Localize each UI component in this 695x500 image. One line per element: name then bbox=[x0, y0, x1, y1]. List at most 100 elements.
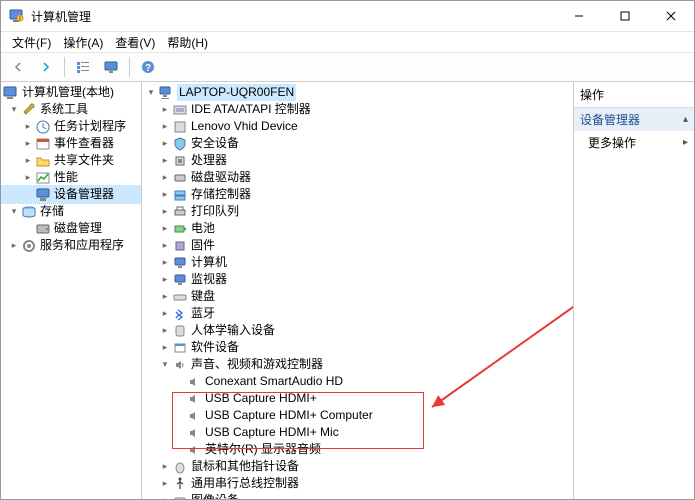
nav-disk-management[interactable]: 磁盘管理 bbox=[1, 220, 141, 237]
nav-services-apps[interactable]: ▸服务和应用程序 bbox=[1, 237, 141, 254]
expand-icon[interactable]: ▸ bbox=[21, 120, 35, 134]
device-usb-hdmi[interactable]: USB Capture HDMI+ bbox=[142, 390, 573, 407]
expand-icon[interactable]: ▸ bbox=[158, 273, 172, 287]
nav-event-viewer[interactable]: ▸事件查看器 bbox=[1, 135, 141, 152]
device-usb-hdmi-mic[interactable]: USB Capture HDMI+ Mic bbox=[142, 424, 573, 441]
cat-keyboards[interactable]: ▸键盘 bbox=[142, 288, 573, 305]
expand-icon[interactable]: ▸ bbox=[21, 137, 35, 151]
nav-tree[interactable]: 计算机管理(本地) ▾系统工具 ▸任务计划程序 ▸事件查看器 ▸共享文件夹 ▸性… bbox=[1, 82, 142, 499]
minimize-button[interactable] bbox=[556, 1, 602, 31]
cat-monitors[interactable]: ▸监视器 bbox=[142, 271, 573, 288]
security-icon bbox=[172, 136, 188, 152]
computer-mgmt-icon bbox=[3, 85, 19, 101]
speaker-icon bbox=[186, 425, 202, 441]
back-button[interactable] bbox=[5, 55, 31, 79]
nav-shared-folders[interactable]: ▸共享文件夹 bbox=[1, 152, 141, 169]
expand-icon[interactable]: ▸ bbox=[158, 222, 172, 236]
cat-software-devices[interactable]: ▸软件设备 bbox=[142, 339, 573, 356]
cat-print[interactable]: ▸打印队列 bbox=[142, 203, 573, 220]
cat-storage-ctrl[interactable]: ▸存储控制器 bbox=[142, 186, 573, 203]
expand-icon[interactable]: ▸ bbox=[158, 324, 172, 338]
storage-icon bbox=[21, 204, 37, 220]
mouse-icon bbox=[172, 459, 188, 475]
content-area: 计算机管理(本地) ▾系统工具 ▸任务计划程序 ▸事件查看器 ▸共享文件夹 ▸性… bbox=[1, 82, 694, 499]
cat-batteries[interactable]: ▸电池 bbox=[142, 220, 573, 237]
expand-icon[interactable]: ▸ bbox=[158, 171, 172, 185]
app-window: 计算机管理 文件(F) 操作(A) 查看(V) 帮助(H) ? 计算机管理(本地… bbox=[0, 0, 695, 500]
cat-imaging[interactable]: ▸图像设备 bbox=[142, 492, 573, 499]
collapse-icon[interactable]: ▾ bbox=[7, 103, 21, 117]
expand-icon[interactable]: ▸ bbox=[7, 239, 21, 253]
cat-security[interactable]: ▸安全设备 bbox=[142, 135, 573, 152]
device-usb-hdmi-computer[interactable]: USB Capture HDMI+ Computer bbox=[142, 407, 573, 424]
toolbar-monitor-icon[interactable] bbox=[98, 55, 124, 79]
cat-firmware[interactable]: ▸固件 bbox=[142, 237, 573, 254]
expand-icon[interactable]: ▸ bbox=[158, 341, 172, 355]
device-tree[interactable]: ▾LAPTOP-UQR00FEN ▸IDE ATA/ATAPI 控制器 ▸Len… bbox=[142, 82, 574, 499]
device-conexant[interactable]: Conexant SmartAudio HD bbox=[142, 373, 573, 390]
expand-icon[interactable]: ▸ bbox=[158, 103, 172, 117]
expand-icon[interactable]: ▸ bbox=[158, 256, 172, 270]
cat-lenovo-vhid[interactable]: ▸Lenovo Vhid Device bbox=[142, 118, 573, 135]
nav-system-tools[interactable]: ▾系统工具 bbox=[1, 101, 141, 118]
nav-task-scheduler[interactable]: ▸任务计划程序 bbox=[1, 118, 141, 135]
cat-hid[interactable]: ▸人体学输入设备 bbox=[142, 322, 573, 339]
cat-processors[interactable]: ▸处理器 bbox=[142, 152, 573, 169]
expand-icon[interactable]: ▸ bbox=[158, 460, 172, 474]
wrench-icon bbox=[21, 102, 37, 118]
toolbar-detail-icon[interactable] bbox=[70, 55, 96, 79]
device-mgr-icon bbox=[35, 187, 51, 203]
expand-icon[interactable]: ▸ bbox=[158, 477, 172, 491]
services-icon bbox=[21, 238, 37, 254]
svg-text:?: ? bbox=[145, 63, 151, 74]
expand-icon[interactable]: ▸ bbox=[158, 239, 172, 253]
collapse-icon[interactable]: ▴ bbox=[683, 114, 688, 125]
device-root[interactable]: ▾LAPTOP-UQR00FEN bbox=[142, 84, 573, 101]
cat-computer[interactable]: ▸计算机 bbox=[142, 254, 573, 271]
nav-performance[interactable]: ▸性能 bbox=[1, 169, 141, 186]
actions-section[interactable]: 设备管理器 ▴ bbox=[574, 108, 694, 131]
expand-icon[interactable]: ▸ bbox=[21, 171, 35, 185]
maximize-button[interactable] bbox=[602, 1, 648, 31]
firmware-icon bbox=[172, 238, 188, 254]
computer-icon bbox=[172, 255, 188, 271]
collapse-icon[interactable]: ▾ bbox=[7, 205, 21, 219]
expand-icon[interactable]: ▸ bbox=[21, 154, 35, 168]
nav-device-manager[interactable]: 设备管理器 bbox=[1, 186, 141, 203]
menu-view[interactable]: 查看(V) bbox=[110, 33, 160, 52]
cat-ide-ata[interactable]: ▸IDE ATA/ATAPI 控制器 bbox=[142, 101, 573, 118]
cat-bluetooth[interactable]: ▸蓝牙 bbox=[142, 305, 573, 322]
close-button[interactable] bbox=[648, 1, 694, 31]
more-actions[interactable]: 更多操作 ▸ bbox=[574, 131, 694, 154]
actions-header: 操作 bbox=[574, 82, 694, 108]
expand-icon[interactable]: ▸ bbox=[158, 205, 172, 219]
nav-root[interactable]: 计算机管理(本地) bbox=[1, 84, 141, 101]
expand-icon[interactable]: ▸ bbox=[158, 137, 172, 151]
menu-help[interactable]: 帮助(H) bbox=[162, 33, 213, 52]
nav-storage[interactable]: ▾存储 bbox=[1, 203, 141, 220]
forward-button[interactable] bbox=[33, 55, 59, 79]
expand-icon[interactable]: ▸ bbox=[158, 494, 172, 500]
expand-icon[interactable]: ▸ bbox=[158, 307, 172, 321]
cat-mice[interactable]: ▸鼠标和其他指针设备 bbox=[142, 458, 573, 475]
keyboard-icon bbox=[172, 289, 188, 305]
cat-disk-drives[interactable]: ▸磁盘驱动器 bbox=[142, 169, 573, 186]
expand-icon[interactable]: ▸ bbox=[158, 154, 172, 168]
expand-icon[interactable]: ▸ bbox=[158, 188, 172, 202]
device-intel-audio[interactable]: 英特尔(R) 显示器音频 bbox=[142, 441, 573, 458]
menubar: 文件(F) 操作(A) 查看(V) 帮助(H) bbox=[1, 32, 694, 53]
camera-icon bbox=[172, 493, 188, 500]
cat-sound[interactable]: ▾声音、视频和游戏控制器 bbox=[142, 356, 573, 373]
cat-usb[interactable]: ▸通用串行总线控制器 bbox=[142, 475, 573, 492]
toolbar-help-icon[interactable]: ? bbox=[135, 55, 161, 79]
collapse-icon[interactable]: ▾ bbox=[144, 86, 158, 100]
expand-icon[interactable]: ▸ bbox=[158, 290, 172, 304]
menu-file[interactable]: 文件(F) bbox=[7, 33, 56, 52]
expand-icon[interactable]: ▸ bbox=[158, 120, 172, 134]
window-title: 计算机管理 bbox=[31, 8, 556, 25]
printer-icon bbox=[172, 204, 188, 220]
speaker-icon bbox=[186, 408, 202, 424]
collapse-icon[interactable]: ▾ bbox=[158, 358, 172, 372]
menu-action[interactable]: 操作(A) bbox=[58, 33, 108, 52]
monitor-icon bbox=[172, 272, 188, 288]
